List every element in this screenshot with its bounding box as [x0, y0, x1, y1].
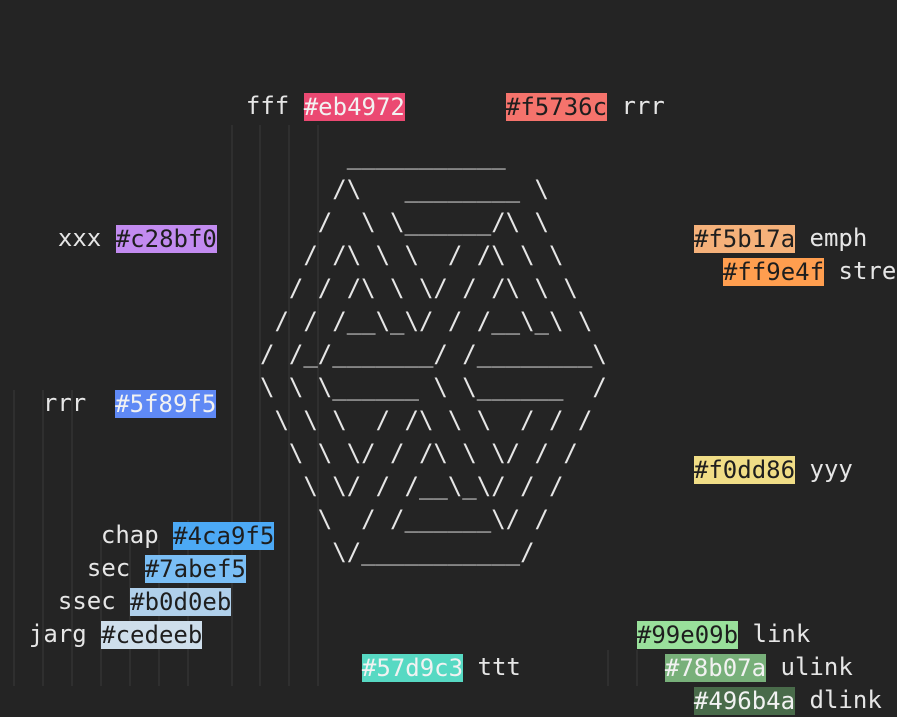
ascii-hexagon-logo: ___________ /\ ________ \ / \ \______/\ … [260, 140, 607, 569]
swatch-label: rrr [42, 389, 87, 417]
ascii-line: / /\ \ \ / /\ \ \ [260, 241, 564, 269]
ascii-line: / / /__\_\/ / /__\_\ \ [260, 307, 593, 335]
color-chip[interactable]: #eb4972 [303, 93, 405, 121]
swatch-jarg: jarg #cedeeb [0, 585, 203, 649]
ascii-line: / / /\ \ \/ / /\ \ \ [260, 274, 578, 302]
swatch-ssec: ssec #b0d0eb [29, 552, 232, 616]
swatch-stress: #ff9e4f stress [694, 222, 897, 286]
swatch-ttt: #57d9c3 ttt [333, 618, 521, 682]
ascii-line: \ \ \ / /\ \ \ / / / [260, 406, 593, 434]
swatch-link: #99e09b link [608, 585, 810, 649]
ascii-line: / /_/_______/ /________\ [260, 340, 607, 368]
color-chip[interactable]: #f5736c [505, 93, 608, 121]
swatch-yyy: #f0dd86 yyy [665, 420, 853, 484]
color-chip[interactable]: #496b4a [693, 687, 796, 715]
swatch-label: yyy [809, 455, 853, 483]
swatch-xxx: xxx #c28bf0 [29, 189, 217, 253]
swatch-dlink: #496b4a dlink [665, 651, 882, 715]
swatch-ulink: #78b07a ulink [636, 618, 853, 682]
swatch-label: stress [838, 257, 897, 285]
ascii-line: ___________ [260, 142, 506, 170]
color-chip[interactable]: #c28bf0 [115, 225, 217, 253]
color-chip[interactable]: #f0dd86 [693, 456, 796, 484]
swatch-chap: chap #4ca9f5 [72, 486, 275, 550]
swatch-label: dlink [809, 686, 882, 714]
swatch-label: xxx [57, 224, 102, 252]
ascii-line: / \ \______/\ \ [260, 208, 549, 236]
ascii-line: \ / /______\/ / [260, 505, 549, 533]
swatch-rrr-left: rrr #5f89f5 [14, 354, 217, 418]
color-chip[interactable]: #ff9e4f [722, 258, 825, 286]
ascii-line: \ \ \______ \ \______ / [260, 373, 607, 401]
swatch-label: ttt [477, 653, 521, 681]
swatch-label: jarg [28, 620, 87, 648]
color-chip[interactable]: #5f89f5 [115, 390, 217, 418]
ascii-line: /\ ________ \ [260, 175, 549, 203]
swatch-rrr-top: #f5736c rrr [477, 57, 665, 121]
swatch-sec: sec #7abef5 [58, 519, 246, 583]
swatch-label: fff [245, 92, 290, 120]
swatch-fff: fff #eb4972 [217, 57, 405, 121]
swatch-label: rrr [621, 92, 665, 120]
swatch-emph: #f5b17a emph [665, 189, 867, 253]
color-chip[interactable]: #cedeeb [101, 621, 203, 649]
ascii-line: \/___________/ [260, 538, 535, 566]
ascii-line: \ \ \/ / /\ \ \/ / / [260, 439, 578, 467]
ascii-line: \ \/ / /__\_\/ / / [260, 472, 564, 500]
color-chip[interactable]: #57d9c3 [361, 654, 464, 682]
